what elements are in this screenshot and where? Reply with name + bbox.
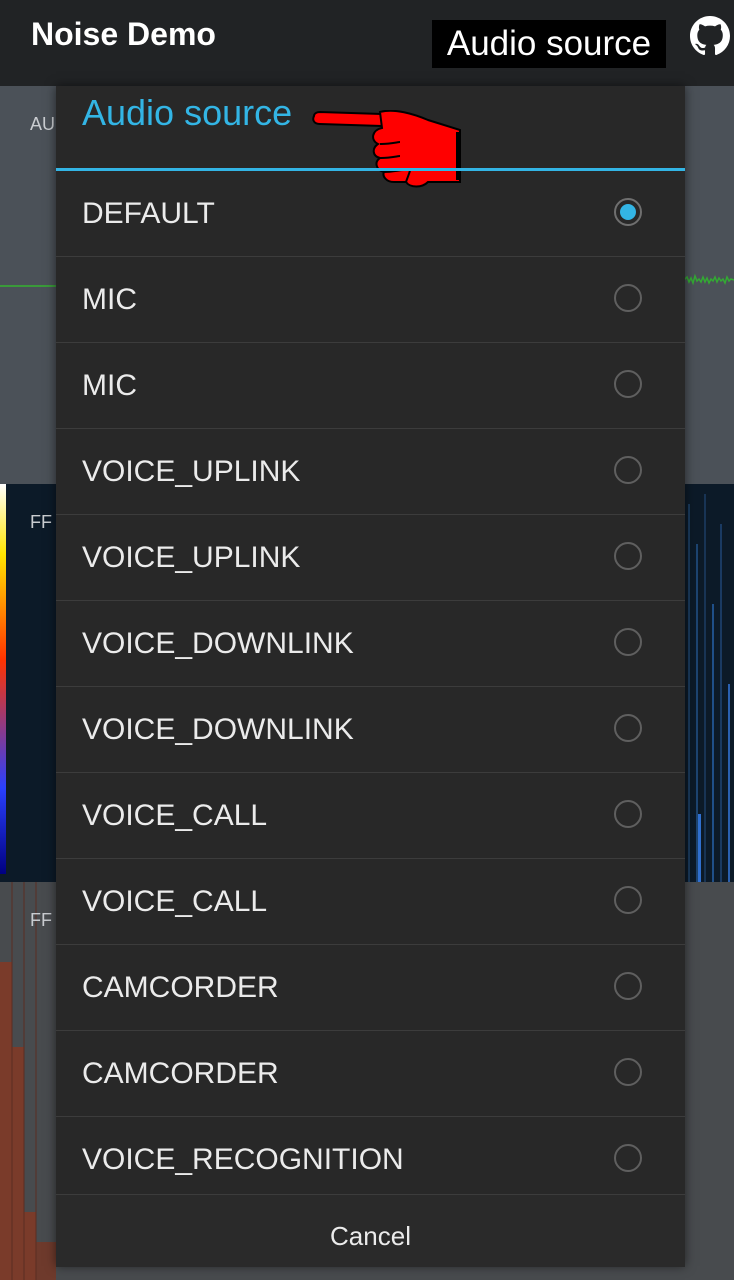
app-title: Noise Demo bbox=[31, 16, 216, 52]
option-label: VOICE_DOWNLINK bbox=[82, 713, 354, 746]
option-label: VOICE_RECOGNITION bbox=[82, 1143, 404, 1176]
list-item[interactable]: VOICE_DOWNLINK bbox=[56, 687, 685, 773]
radio-button[interactable] bbox=[614, 542, 642, 570]
option-label: MIC bbox=[82, 369, 137, 402]
option-label: VOICE_CALL bbox=[82, 885, 268, 918]
option-label: DEFAULT bbox=[82, 197, 215, 230]
option-label: CAMCORDER bbox=[82, 1057, 279, 1090]
radio-button[interactable] bbox=[614, 800, 642, 828]
list-item[interactable]: MIC bbox=[56, 257, 685, 343]
list-item[interactable]: CAMCORDER bbox=[56, 1031, 685, 1117]
spectrogram-columns bbox=[688, 494, 730, 882]
list-item[interactable]: VOICE_DOWNLINK bbox=[56, 601, 685, 687]
app-bar: Noise Demo Audio source bbox=[0, 0, 734, 86]
list-item[interactable]: VOICE_CALL bbox=[56, 859, 685, 945]
radio-button[interactable] bbox=[614, 714, 642, 742]
dialog-title: Audio source bbox=[82, 92, 293, 133]
waveform-line-left bbox=[0, 285, 60, 287]
dialog-footer: Cancel bbox=[56, 1194, 685, 1267]
radio-button[interactable] bbox=[614, 886, 642, 914]
radio-button[interactable] bbox=[614, 456, 642, 484]
github-icon[interactable] bbox=[690, 16, 730, 56]
list-item[interactable]: VOICE_CALL bbox=[56, 773, 685, 859]
list-item[interactable]: DEFAULT bbox=[56, 171, 685, 257]
audio-source-list: DEFAULT MIC MIC VOICE_UPLINK VOICE_UPLINK VOI… bbox=[56, 171, 685, 1203]
option-label: VOICE_CALL bbox=[82, 799, 268, 832]
radio-button[interactable] bbox=[614, 972, 642, 1000]
option-label: VOICE_DOWNLINK bbox=[82, 627, 354, 660]
radio-button[interactable] bbox=[614, 1058, 642, 1086]
spectrogram-colorbar bbox=[0, 484, 6, 874]
option-label: VOICE_UPLINK bbox=[82, 541, 301, 574]
spectrogram-panel-label: FF bbox=[30, 512, 52, 532]
list-item[interactable]: VOICE_UPLINK bbox=[56, 429, 685, 515]
option-label: VOICE_UPLINK bbox=[82, 455, 301, 488]
list-item[interactable]: MIC bbox=[56, 343, 685, 429]
radio-button[interactable] bbox=[614, 1144, 642, 1172]
cancel-button[interactable]: Cancel bbox=[56, 1195, 685, 1267]
audio-source-action[interactable]: Audio source bbox=[432, 20, 666, 68]
radio-button-checked[interactable] bbox=[614, 198, 642, 226]
radio-button[interactable] bbox=[614, 284, 642, 312]
option-label: CAMCORDER bbox=[82, 971, 279, 1004]
fft-panel-label: FF bbox=[30, 910, 52, 930]
list-item[interactable]: VOICE_RECOGNITION bbox=[56, 1117, 685, 1203]
audio-panel-label: AU bbox=[30, 114, 56, 134]
fft-bars bbox=[0, 882, 56, 1280]
waveform-line-right bbox=[684, 273, 734, 286]
list-item[interactable]: VOICE_UPLINK bbox=[56, 515, 685, 601]
audio-source-dialog: Audio source DEFAULT MIC MIC VOICE_UPLINK VO… bbox=[56, 86, 685, 1267]
radio-button[interactable] bbox=[614, 370, 642, 398]
option-label: MIC bbox=[82, 283, 137, 316]
radio-button[interactable] bbox=[614, 628, 642, 656]
list-item[interactable]: CAMCORDER bbox=[56, 945, 685, 1031]
